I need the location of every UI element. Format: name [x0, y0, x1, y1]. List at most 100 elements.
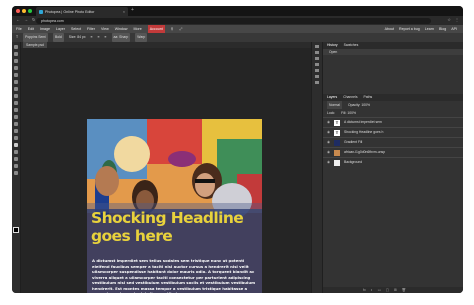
layers-bottom-bar[interactable]: fx ◐ ▭ ▢ ⊞ 🗑 — [323, 287, 463, 293]
menu-layer[interactable]: Layer — [56, 25, 65, 33]
marquee-tool-icon[interactable] — [14, 52, 18, 56]
crop-tool-icon[interactable] — [14, 73, 18, 77]
forward-icon[interactable]: → — [24, 17, 28, 22]
tab-channels[interactable]: Channels — [343, 94, 357, 101]
layer-row[interactable]: ◉ G Gradient Fill — [323, 137, 463, 147]
info-menu: About Report a bug Learn Blog API — [385, 25, 457, 33]
visibility-eye-icon[interactable]: ◉ — [327, 120, 330, 124]
visibility-eye-icon[interactable]: ◉ — [327, 150, 330, 154]
align-center-icon[interactable]: ≡ — [98, 33, 100, 42]
opacity-field[interactable]: Opacity: 100% — [348, 101, 370, 109]
align-left-icon[interactable]: ≡ — [91, 33, 93, 42]
browser-window: Photopea | Online Photo Editor × + ← → ↻… — [12, 6, 463, 293]
menu-view[interactable]: View — [101, 25, 109, 33]
dodge-tool-icon[interactable] — [14, 129, 18, 133]
close-window-dot[interactable] — [16, 9, 20, 13]
paragraph-panel-icon[interactable] — [315, 69, 319, 72]
lasso-tool-icon[interactable] — [14, 59, 18, 63]
fill-field[interactable]: Fill: 100% — [341, 109, 356, 117]
layer-row[interactable]: ◉ T Shocking Headline goes h — [323, 127, 463, 137]
menu-window[interactable]: Window — [115, 25, 128, 33]
blend-row: Normal Opacity: 100% — [323, 101, 463, 109]
eyedropper-tool-icon[interactable] — [14, 80, 18, 84]
menu-file[interactable]: File — [16, 25, 22, 33]
body-text[interactable]: A dictumst imperdiet sem tellus sodales … — [92, 258, 258, 293]
search-icon[interactable]: ⚲ — [171, 25, 174, 33]
visibility-eye-icon[interactable]: ◉ — [327, 130, 330, 134]
blend-mode-select[interactable]: Normal — [327, 101, 342, 109]
menu-filter[interactable]: Filter — [87, 25, 95, 33]
visibility-eye-icon[interactable]: ◉ — [327, 160, 330, 164]
shape-tool-icon[interactable] — [14, 157, 18, 161]
bookmark-star-icon[interactable]: ☆ — [447, 17, 451, 22]
lock-row: Lock: Fill: 100% — [323, 109, 463, 117]
layer-name: Background — [344, 160, 363, 164]
font-family-select[interactable]: Poppins Semi — [23, 33, 48, 42]
tab-layers[interactable]: Layers — [327, 94, 337, 101]
brush-panel-icon[interactable] — [315, 57, 319, 60]
menu-edit[interactable]: Edit — [28, 25, 34, 33]
text-tool-icon: T — [16, 35, 19, 39]
browser-tab-bar: Photopea | Online Photo Editor × + — [12, 6, 463, 16]
history-list-empty — [323, 55, 463, 94]
main-menu: File Edit Image Layer Select Filter View… — [16, 25, 182, 33]
menu-more[interactable]: More — [134, 25, 142, 33]
healing-tool-icon[interactable] — [14, 87, 18, 91]
hand-tool-icon[interactable] — [14, 164, 18, 168]
type-tool-icon[interactable] — [14, 143, 18, 147]
properties-panel-icon[interactable] — [315, 81, 319, 84]
font-style-select[interactable]: Bold — [53, 33, 64, 42]
tab-history[interactable]: History — [327, 42, 338, 49]
menu-report-bug[interactable]: Report a bug — [399, 25, 420, 33]
zoom-tool-icon[interactable] — [14, 171, 18, 175]
tab-paths[interactable]: Paths — [364, 94, 373, 101]
new-tab-button[interactable]: + — [131, 7, 134, 13]
url-input[interactable]: photopea.com — [36, 17, 431, 24]
maximize-window-dot[interactable] — [28, 9, 32, 13]
menu-select[interactable]: Select — [71, 25, 81, 33]
layer-row[interactable]: ◉ I african-l1g0d0n6fbvm-unsp — [323, 147, 463, 157]
menu-api[interactable]: API — [451, 25, 457, 33]
antialias-select[interactable]: aa: Sharp — [111, 33, 131, 42]
eraser-tool-icon[interactable] — [14, 108, 18, 112]
layer-row[interactable]: ◉ I Background — [323, 157, 463, 167]
minimize-window-dot[interactable] — [22, 9, 26, 13]
back-icon[interactable]: ← — [16, 17, 20, 22]
layer-row[interactable]: ◉ T A dictumst imperdiet sem — [323, 117, 463, 127]
brush-tool-icon[interactable] — [14, 94, 18, 98]
browser-tab[interactable]: Photopea | Online Photo Editor × — [36, 7, 128, 16]
pen-tool-icon[interactable] — [14, 136, 18, 140]
menu-image[interactable]: Image — [40, 25, 50, 33]
canvas-area[interactable]: Shocking Headline goes here A dictumst i… — [21, 48, 311, 293]
tab-swatches[interactable]: Swatches — [344, 42, 359, 49]
visibility-eye-icon[interactable]: ◉ — [327, 140, 330, 144]
blur-tool-icon[interactable] — [14, 122, 18, 126]
clone-tool-icon[interactable] — [14, 101, 18, 105]
align-right-icon[interactable]: ≡ — [105, 33, 107, 42]
headline-text[interactable]: Shocking Headline goes here — [91, 209, 261, 245]
swatches-panel-icon[interactable] — [315, 51, 319, 54]
browser-menu-icon[interactable]: ⋮ — [455, 17, 459, 22]
window-controls — [16, 9, 32, 13]
move-tool-icon[interactable] — [14, 45, 18, 49]
photopea-favicon-icon — [39, 9, 43, 14]
app-menubar: File Edit Image Layer Select Filter View… — [12, 25, 463, 33]
artboard[interactable]: Shocking Headline goes here A dictumst i… — [87, 119, 262, 293]
menu-account[interactable]: Account — [147, 25, 165, 33]
warp-button[interactable]: Warp — [135, 33, 148, 42]
menu-blog[interactable]: Blog — [439, 25, 446, 33]
fullscreen-icon[interactable]: ⤢ — [179, 25, 182, 33]
path-select-tool-icon[interactable] — [14, 150, 18, 154]
menu-about[interactable]: About — [385, 25, 394, 33]
foreground-color-swatch[interactable] — [13, 227, 19, 233]
reload-icon[interactable]: ↻ — [32, 17, 35, 22]
character-panel-icon[interactable] — [315, 63, 319, 66]
menu-learn[interactable]: Learn — [425, 25, 434, 33]
magic-wand-tool-icon[interactable] — [14, 66, 18, 70]
tab-close-icon[interactable]: × — [123, 10, 125, 14]
gradient-tool-icon[interactable] — [14, 115, 18, 119]
history-tabs: History Swatches — [323, 42, 463, 49]
history-panel-icon[interactable] — [315, 45, 319, 48]
font-size-field[interactable]: Size: 84 px — [69, 33, 86, 42]
info-panel-icon[interactable] — [315, 75, 319, 78]
